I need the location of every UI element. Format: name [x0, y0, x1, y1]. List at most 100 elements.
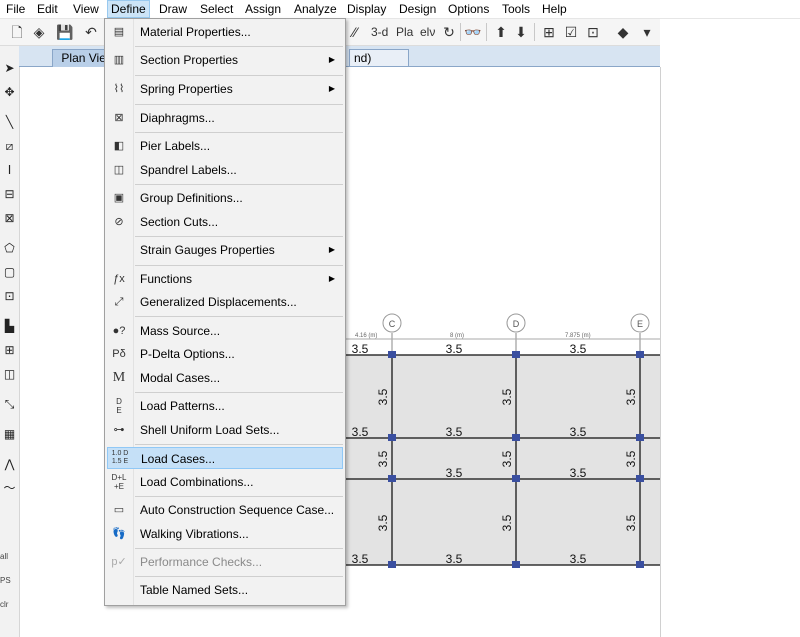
quick-draw-wall-icon[interactable]: ⊞ [1, 340, 18, 360]
draw-rect-floor-icon[interactable]: ▢ [1, 262, 18, 282]
menu-item-group-definitions[interactable]: ▣ Group Definitions... [107, 187, 343, 209]
move-down-icon[interactable]: ⬇ [512, 23, 530, 41]
menu-item-walking-vibrations[interactable]: 👣 Walking Vibrations... [107, 523, 343, 545]
beam-load-label: 3.5 [570, 552, 587, 566]
menu-draw[interactable]: Draw [156, 1, 190, 17]
joint[interactable] [636, 475, 644, 482]
menu-item-generalized-displacements[interactable]: ⤢ Generalized Displacements... [107, 291, 343, 313]
menu-item-pier-labels[interactable]: ◧ Pier Labels... [107, 135, 343, 157]
menu-item-functions[interactable]: ƒx Functions ▶ [107, 268, 343, 290]
menu-item-auto-construction-sequence-case[interactable]: ▭ Auto Construction Sequence Case... [107, 499, 343, 521]
pointer-icon[interactable]: ➤ [1, 58, 18, 78]
joint[interactable] [512, 475, 520, 482]
three-d-view-button[interactable]: 3-d [371, 24, 388, 40]
menu-display[interactable]: Display [344, 1, 389, 17]
draw-link-icon[interactable]: ⤡ [1, 394, 18, 414]
clear-select-label[interactable]: clr [0, 600, 19, 609]
menu-item-label: Diaphragms... [140, 111, 215, 125]
draw-floor-icon[interactable]: ⬠ [1, 238, 18, 258]
draw-opening-icon[interactable]: ◫ [1, 364, 18, 384]
menu-separator [135, 548, 343, 549]
undo-icon[interactable]: ↶ [82, 23, 100, 41]
more-tools-icon[interactable]: ▾ [638, 23, 656, 41]
tab-3d-view[interactable]: nd) [349, 49, 409, 66]
shell-load-icon: ⊶ [113, 424, 125, 436]
quick-draw-floor-icon[interactable]: ⊡ [1, 286, 18, 306]
menu-item-load-cases[interactable]: 1.0 D 1.5 E Load Cases... [107, 447, 343, 469]
beam-load-label: 3.5 [376, 450, 390, 467]
beam-load-label: 3.5 [446, 342, 463, 356]
elevation-view-button[interactable]: elν [420, 24, 435, 40]
reshape-icon[interactable]: ✥ [1, 82, 18, 102]
joint[interactable] [512, 561, 520, 568]
new-file-icon[interactable]: 🗋 [8, 23, 26, 41]
joint[interactable] [636, 351, 644, 358]
menu-item-strain-gauges-properties[interactable]: Strain Gauges Properties ▶ [107, 239, 343, 261]
draw-tool-icon[interactable]: ⁄⁄ [346, 23, 364, 41]
draw-beam-icon[interactable]: ⊟ [1, 184, 18, 204]
menu-item-section-properties[interactable]: ▥ Section Properties ▶ [107, 49, 343, 71]
move-up-icon[interactable]: ⬆ [492, 23, 510, 41]
joint[interactable] [388, 434, 396, 441]
menu-item-label: Functions [140, 272, 193, 286]
menu-design[interactable]: Design [396, 1, 439, 17]
menu-edit[interactable]: Edit [34, 1, 61, 17]
menu-item-spring-properties[interactable]: ⌇⌇ Spring Properties ▶ [107, 78, 343, 100]
joint[interactable] [512, 351, 520, 358]
menu-item-section-cuts[interactable]: ⊘ Section Cuts... [107, 211, 343, 233]
footprint-icon: 👣 [112, 528, 126, 540]
menu-item-diaphragms[interactable]: ⊠ Diaphragms... [107, 107, 343, 129]
draw-line-icon[interactable]: ╲ [1, 112, 18, 132]
plan-view-button[interactable]: Pla [396, 24, 413, 40]
joint[interactable] [636, 561, 644, 568]
menu-item-shell-uniform-load-sets[interactable]: ⊶ Shell Uniform Load Sets... [107, 419, 343, 441]
menu-analyze[interactable]: Analyze [291, 1, 340, 17]
glasses-icon[interactable]: 👓 [464, 23, 482, 41]
menu-item-load-patterns[interactable]: DE Load Patterns... [107, 395, 343, 417]
draw-tendon-icon[interactable]: ⋀ [1, 454, 18, 474]
draw-dimension-icon[interactable]: 〜 [1, 478, 18, 498]
joint[interactable] [512, 434, 520, 441]
cube-icon[interactable]: ◆ [614, 23, 632, 41]
joint[interactable] [388, 561, 396, 568]
menu-define[interactable]: Define [107, 0, 150, 18]
save-icon[interactable]: 💾 [56, 23, 74, 41]
previous-select-label[interactable]: PS [0, 576, 19, 585]
menu-item-table-named-sets[interactable]: Table Named Sets... [107, 579, 343, 601]
menu-item-material-properties[interactable]: ▤ Material Properties... [107, 21, 343, 43]
menu-assign[interactable]: Assign [242, 1, 284, 17]
menu-item-label: Group Definitions... [140, 191, 243, 205]
draw-brace-icon[interactable]: ⧄ [1, 136, 18, 156]
menu-item-label: Pier Labels... [140, 139, 211, 153]
menu-item-spandrel-labels[interactable]: ◫ Spandrel Labels... [107, 159, 343, 181]
rotate-icon[interactable]: ↻ [440, 23, 458, 41]
joint[interactable] [636, 434, 644, 441]
menu-file[interactable]: File [3, 1, 28, 17]
grid-select-icon[interactable]: ⊞ [540, 23, 558, 41]
joint[interactable] [388, 475, 396, 482]
draw-grid-icon[interactable]: ▦ [1, 424, 18, 444]
menu-separator [135, 46, 343, 47]
menu-tools[interactable]: Tools [499, 1, 533, 17]
menu-item-modal-cases[interactable]: M Modal Cases... [107, 367, 343, 389]
draw-column-icon[interactable]: Ⅰ [1, 160, 18, 180]
checkbox-icon[interactable]: ☑ [562, 23, 580, 41]
menu-options[interactable]: Options [445, 1, 492, 17]
select-all-label[interactable]: all [0, 552, 19, 561]
menu-item-mass-source[interactable]: ●? Mass Source... [107, 320, 343, 342]
menu-help[interactable]: Help [539, 1, 570, 17]
joint[interactable] [388, 351, 396, 358]
open-file-icon[interactable]: ◈ [30, 23, 48, 41]
dropdown-box-icon[interactable]: ⊡ [584, 23, 602, 41]
menu-select[interactable]: Select [197, 1, 236, 17]
draw-cross-brace-icon[interactable]: ⊠ [1, 208, 18, 228]
menu-item-label: P-Delta Options... [140, 347, 235, 361]
load-case-icon-bottom: 1.5 E [111, 458, 129, 465]
dim-label-3: 7.875 (m) [565, 333, 591, 339]
spandrel-icon: ◫ [113, 164, 125, 176]
define-menu-dropdown: ▤ Material Properties... ▥ Section Prope… [104, 18, 346, 606]
draw-wall-icon[interactable]: ▙ [1, 316, 18, 336]
menu-item-p-delta-options[interactable]: Pδ P-Delta Options... [107, 343, 343, 365]
menu-view[interactable]: View [70, 1, 102, 17]
menu-item-load-combinations[interactable]: D+L +E Load Combinations... [107, 471, 343, 493]
